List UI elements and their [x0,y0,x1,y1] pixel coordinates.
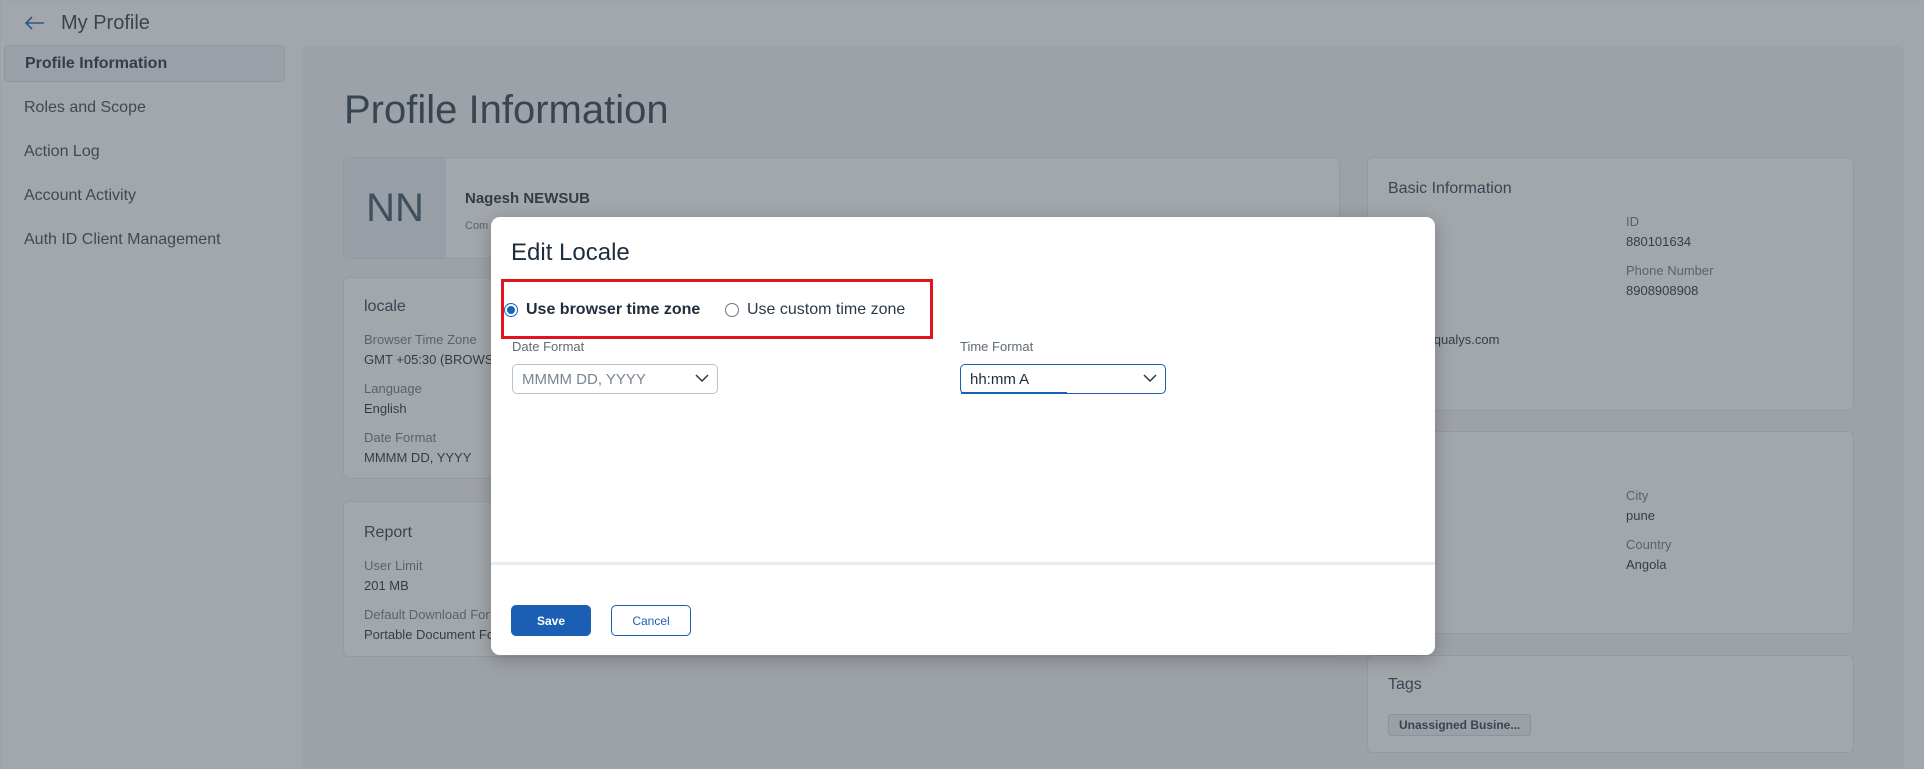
focus-underline [961,392,1067,394]
time-format-field-label: Time Format [960,339,1034,354]
radio-unselected-icon [725,303,739,317]
save-button[interactable]: Save [511,605,591,636]
chevron-down-icon [1143,374,1157,383]
date-format-field-label: Date Format [512,339,585,354]
radio-selected-icon [504,303,518,317]
time-format-select[interactable]: hh:mm A [960,364,1166,394]
time-format-selected: hh:mm A [970,370,1030,388]
radio-custom-label: Use custom time zone [747,301,906,318]
chevron-down-icon [695,374,709,383]
dialog-footer-divider [491,562,1435,565]
radio-browser-time-zone[interactable]: Use browser time zone [504,301,700,319]
app-frame: My Profile Profile Information Roles and… [0,0,1924,769]
dialog-title: Edit Locale [511,239,630,266]
cancel-button[interactable]: Cancel [611,605,691,636]
date-format-select[interactable]: MMMM DD, YYYY [512,364,718,394]
edit-locale-dialog: Edit Locale Use browser time zone Use cu… [491,217,1435,655]
radio-browser-label: Use browser time zone [526,301,701,318]
timezone-highlight-box: Use browser time zone Use custom time zo… [501,279,933,339]
date-format-selected: MMMM DD, YYYY [522,370,646,388]
radio-custom-time-zone[interactable]: Use custom time zone [725,301,905,319]
